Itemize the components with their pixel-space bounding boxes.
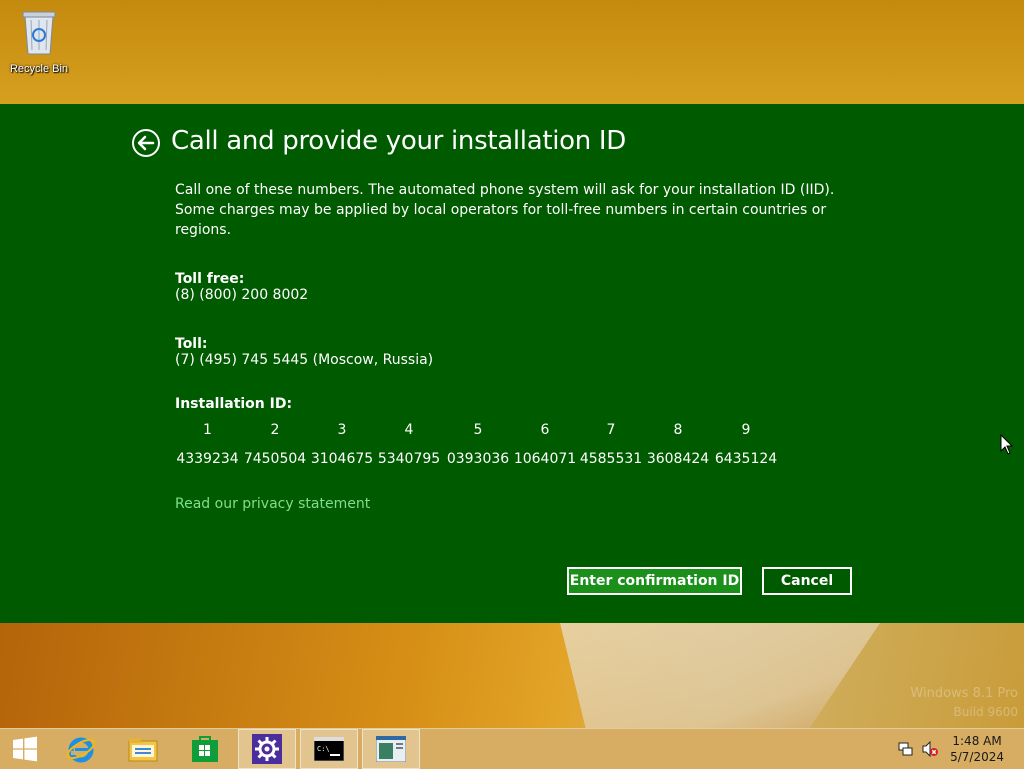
svg-text:C:\: C:\: [317, 745, 330, 753]
taskbar-command-prompt[interactable]: C:\: [300, 729, 358, 769]
volume-muted-icon[interactable]: [922, 741, 938, 757]
cancel-button[interactable]: Cancel: [762, 567, 852, 595]
privacy-statement-link[interactable]: Read our privacy statement: [175, 496, 370, 512]
recycle-bin-shortcut[interactable]: Recycle Bin: [4, 8, 74, 75]
clock-date: 5/7/2024: [950, 750, 1004, 764]
command-prompt-icon: C:\: [314, 737, 344, 761]
start-button[interactable]: [0, 729, 50, 769]
settings-icon: [252, 734, 282, 764]
iid-column-header: 2: [270, 422, 280, 438]
taskbar: C:\ 1:48 AM 5/7/2024: [0, 728, 1024, 769]
iid-group-value: 3608424: [646, 451, 710, 467]
iid-column-header: 7: [606, 422, 616, 438]
iid-group-value: 7450504: [243, 451, 307, 467]
watermark-build: Build 9600: [953, 705, 1018, 719]
taskbar-activation-window[interactable]: [362, 729, 420, 769]
toll-label: Toll:: [175, 336, 208, 352]
enter-confirmation-id-button[interactable]: Enter confirmation ID: [567, 567, 742, 595]
watermark-edition: Windows 8.1 Pro: [910, 686, 1018, 701]
taskbar-store[interactable]: [176, 729, 234, 769]
windows-watermark: Windows 8.1 Pro Build 9600: [910, 686, 1018, 719]
internet-explorer-icon: [66, 737, 96, 763]
store-icon: [192, 736, 218, 762]
toll-free-section: Toll free: (8) (800) 200 8002: [175, 271, 308, 303]
iid-column-header: 5: [473, 422, 483, 438]
iid-column-header: 9: [741, 422, 751, 438]
iid-group-value: 4585531: [579, 451, 643, 467]
clock-time: 1:48 AM: [952, 734, 1002, 748]
iid-group-value: 6435124: [714, 451, 778, 467]
recycle-bin-icon: [22, 11, 56, 55]
activation-dialog: Call and provide your installation ID Ca…: [0, 104, 1024, 623]
toll-section: Toll: (7) (495) 745 5445 (Moscow, Russia…: [175, 336, 433, 368]
iid-column-header: 4: [404, 422, 414, 438]
start-icon: [13, 736, 37, 762]
network-icon[interactable]: [898, 741, 914, 757]
installation-id-table: 1 2 3 4 5 6 7 8 9 4339234 7450504 310467…: [175, 422, 780, 470]
back-arrow-icon[interactable]: [131, 128, 161, 158]
activation-window-icon: [376, 736, 406, 762]
file-explorer-icon: [128, 738, 158, 762]
iid-group-value: 0393036: [446, 451, 510, 467]
wallpaper-light-wedge: [560, 623, 880, 728]
mouse-cursor-icon: [1000, 434, 1014, 455]
taskbar-clock[interactable]: 1:48 AM 5/7/2024: [950, 733, 1004, 765]
desktop-background-bottom: [0, 623, 1024, 728]
taskbar-settings[interactable]: [238, 729, 296, 769]
toll-free-number: (8) (800) 200 8002: [175, 287, 309, 303]
iid-column-header: 3: [337, 422, 347, 438]
installation-id-label: Installation ID:: [175, 396, 293, 412]
iid-group-value: 3104675: [310, 451, 374, 467]
toll-number: (7) (495) 745 5445 (Moscow, Russia): [175, 352, 434, 368]
iid-column-header: 8: [673, 422, 683, 438]
desktop-background-top: [0, 0, 1024, 104]
toll-free-label: Toll free:: [175, 271, 245, 287]
instructions-text: Call one of these numbers. The automated…: [175, 182, 835, 238]
recycle-bin-label: Recycle Bin: [9, 63, 69, 75]
taskbar-file-explorer[interactable]: [114, 729, 172, 769]
taskbar-internet-explorer[interactable]: [52, 729, 110, 769]
iid-group-value: 1064071: [513, 451, 577, 467]
page-title: Call and provide your installation ID: [171, 126, 627, 156]
iid-column-header: 6: [540, 422, 550, 438]
iid-column-header: 1: [203, 422, 212, 438]
iid-group-value: 4339234: [176, 451, 239, 467]
iid-group-value: 5340795: [377, 451, 441, 467]
